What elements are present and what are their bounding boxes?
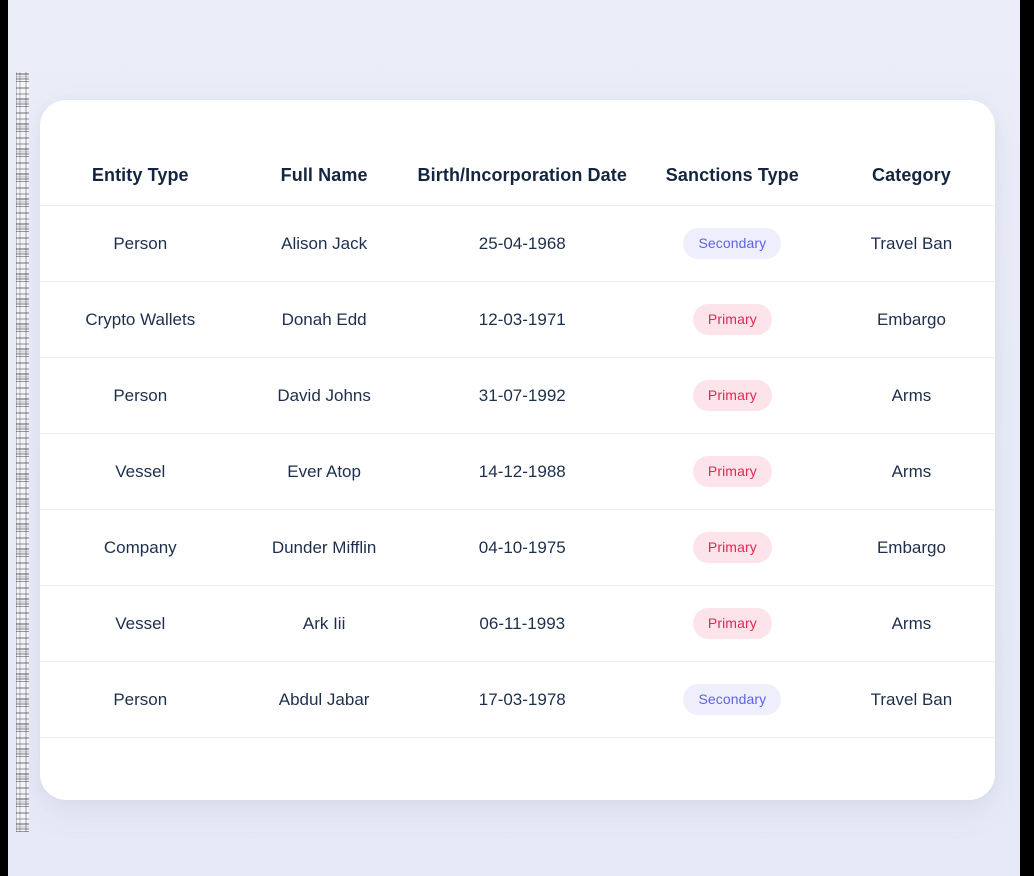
page-background: Entity Type Full Name Birth/Incorporatio… — [8, 0, 1020, 876]
cell-category: Arms — [827, 585, 995, 662]
status-badge[interactable]: Primary — [692, 608, 772, 639]
table-row[interactable]: Person Alison Jack 25-04-1968 Secondary Trav… — [40, 205, 995, 282]
table-row[interactable]: Vessel Ever Atop 14-12-1988 Primary Arms — [40, 433, 995, 510]
cell-birth-date: 31-07-1992 — [407, 357, 637, 434]
cell-sanctions-type: Primary — [636, 509, 828, 586]
cell-category: Travel Ban — [827, 205, 995, 282]
table-row[interactable]: Crypto Wallets Donah Edd 12-03-1971 Primary… — [40, 281, 995, 358]
cell-category: Travel Ban — [827, 661, 995, 738]
column-header-entity-type[interactable]: Entity Type — [40, 100, 241, 206]
cell-sanctions-type: Secondary — [636, 661, 828, 738]
cell-birth-date: 04-10-1975 — [407, 509, 637, 586]
cell-birth-date: 14-12-1988 — [407, 433, 637, 510]
cell-full-name: Alison Jack — [240, 205, 408, 282]
table-row[interactable]: Person David Johns 31-07-1992 Primary Arms — [40, 357, 995, 434]
column-header-category[interactable]: Category — [827, 100, 995, 206]
table-header: Entity Type Full Name Birth/Incorporatio… — [40, 100, 995, 206]
status-badge[interactable]: Primary — [692, 532, 772, 563]
column-header-full-name[interactable]: Full Name — [240, 100, 408, 206]
cell-full-name: Abdul Jabar — [240, 661, 408, 738]
cell-full-name: Dunder Mifflin — [240, 509, 408, 586]
cell-category: Embargo — [827, 509, 995, 586]
cell-birth-date: 17-03-1978 — [407, 661, 637, 738]
cell-full-name: Ark Iii — [240, 585, 408, 662]
cell-birth-date: 12-03-1971 — [407, 281, 637, 358]
cell-birth-date: 25-04-1968 — [407, 205, 637, 282]
cell-category: Embargo — [827, 281, 995, 358]
column-header-birth-date[interactable]: Birth/Incorporation Date — [407, 100, 637, 206]
cell-sanctions-type: Secondary — [636, 205, 828, 282]
status-badge[interactable]: Secondary — [683, 228, 782, 259]
left-edge-artifact — [16, 72, 29, 832]
cell-category: Arms — [827, 357, 995, 434]
status-badge[interactable]: Secondary — [683, 684, 782, 715]
sanctions-table: Entity Type Full Name Birth/Incorporatio… — [40, 100, 995, 738]
cell-category: Arms — [827, 433, 995, 510]
cell-sanctions-type: Primary — [636, 433, 828, 510]
cell-entity-type: Person — [40, 205, 241, 282]
cell-entity-type: Vessel — [40, 433, 241, 510]
table-row[interactable]: Company Dunder Mifflin 04-10-1975 Primary Em… — [40, 509, 995, 586]
cell-entity-type: Person — [40, 357, 241, 434]
table-row[interactable]: Vessel Ark Iii 06-11-1993 Primary Arms — [40, 585, 995, 662]
cell-entity-type: Person — [40, 661, 241, 738]
table-row[interactable]: Person Abdul Jabar 17-03-1978 Secondary Trav… — [40, 661, 995, 738]
cell-full-name: Ever Atop — [240, 433, 408, 510]
status-badge[interactable]: Primary — [692, 380, 772, 411]
table-body: Person Alison Jack 25-04-1968 Secondary Trav… — [40, 205, 995, 738]
cell-full-name: David Johns — [240, 357, 408, 434]
column-header-sanctions-type[interactable]: Sanctions Type — [636, 100, 828, 206]
cell-sanctions-type: Primary — [636, 281, 828, 358]
cell-sanctions-type: Primary — [636, 357, 828, 434]
status-badge[interactable]: Primary — [692, 304, 772, 335]
cell-entity-type: Crypto Wallets — [40, 281, 241, 358]
sanctions-table-card: Entity Type Full Name Birth/Incorporatio… — [40, 100, 995, 800]
cell-sanctions-type: Primary — [636, 585, 828, 662]
status-badge[interactable]: Primary — [692, 456, 772, 487]
cell-birth-date: 06-11-1993 — [407, 585, 637, 662]
cell-entity-type: Company — [40, 509, 241, 586]
table-header-row: Entity Type Full Name Birth/Incorporatio… — [40, 100, 995, 206]
cell-entity-type: Vessel — [40, 585, 241, 662]
cell-full-name: Donah Edd — [240, 281, 408, 358]
